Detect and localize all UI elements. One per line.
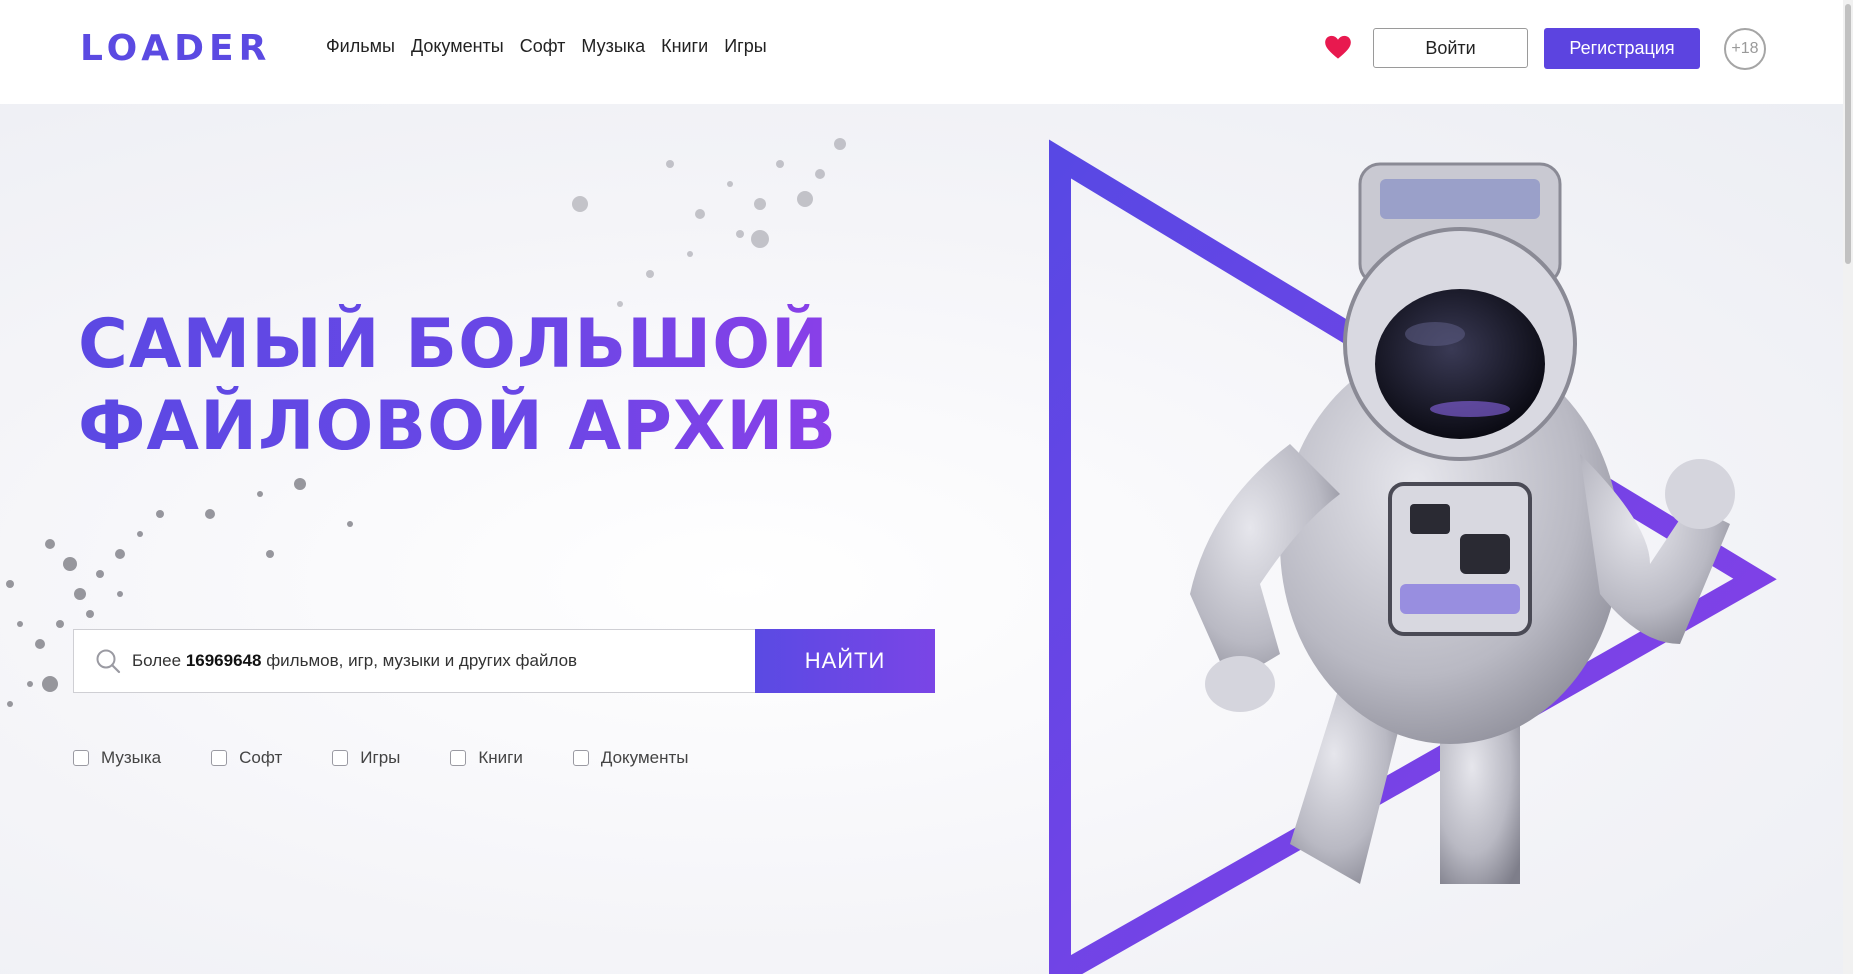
nav-item-music[interactable]: Музыка	[581, 36, 645, 57]
hero-headline: Самый большой файловой архив	[78, 304, 838, 468]
heart-icon[interactable]	[1324, 34, 1352, 60]
nav-item-software[interactable]: Софт	[520, 36, 566, 57]
checkbox[interactable]	[73, 750, 89, 766]
hero-section: Самый большой файловой архив Более 16969…	[0, 104, 1853, 974]
category-filters: Музыка Софт Игры Книги Документы	[73, 748, 739, 768]
asteroid-particles-decoration	[6, 138, 846, 707]
scrollbar-thumb[interactable]	[1845, 4, 1851, 264]
filter-documents[interactable]: Документы	[572, 748, 689, 768]
search-input[interactable]: Более 16969648 фильмов, игр, музыки и др…	[73, 629, 755, 693]
headline-line-1: Самый большой	[78, 305, 829, 384]
filter-software[interactable]: Софт	[211, 748, 282, 768]
filter-books[interactable]: Книги	[450, 748, 523, 768]
checkbox[interactable]	[572, 750, 589, 766]
main-nav: Фильмы Документы Софт Музыка Книги Игры	[326, 36, 783, 57]
search-bar: Более 16969648 фильмов, игр, музыки и др…	[73, 629, 935, 693]
checkbox[interactable]	[450, 750, 467, 766]
nav-item-books[interactable]: Книги	[661, 36, 708, 57]
headline-line-2: файловой архив	[78, 387, 838, 466]
file-count: 16969648	[185, 651, 262, 670]
register-button[interactable]: Регистрация	[1544, 28, 1700, 69]
checkbox[interactable]	[332, 750, 349, 766]
astronaut-hero-illustration	[1049, 139, 1777, 974]
filter-music[interactable]: Музыка	[73, 748, 161, 768]
checkbox[interactable]	[211, 750, 228, 766]
nav-item-films[interactable]: Фильмы	[326, 36, 395, 57]
nav-item-games[interactable]: Игры	[724, 36, 766, 57]
login-button[interactable]: Войти	[1373, 28, 1528, 68]
logo[interactable]: LOADER	[80, 28, 271, 69]
search-icon	[96, 649, 121, 674]
nav-item-documents[interactable]: Документы	[411, 36, 504, 57]
site-header: LOADER Фильмы Документы Софт Музыка Книг…	[0, 0, 1853, 104]
search-placeholder: Более 16969648 фильмов, игр, музыки и др…	[132, 651, 578, 670]
filter-games[interactable]: Игры	[332, 748, 400, 768]
search-button[interactable]: НАЙТИ	[755, 629, 935, 693]
page-scrollbar[interactable]	[1843, 0, 1853, 974]
age-rating-badge: +18	[1724, 28, 1766, 70]
